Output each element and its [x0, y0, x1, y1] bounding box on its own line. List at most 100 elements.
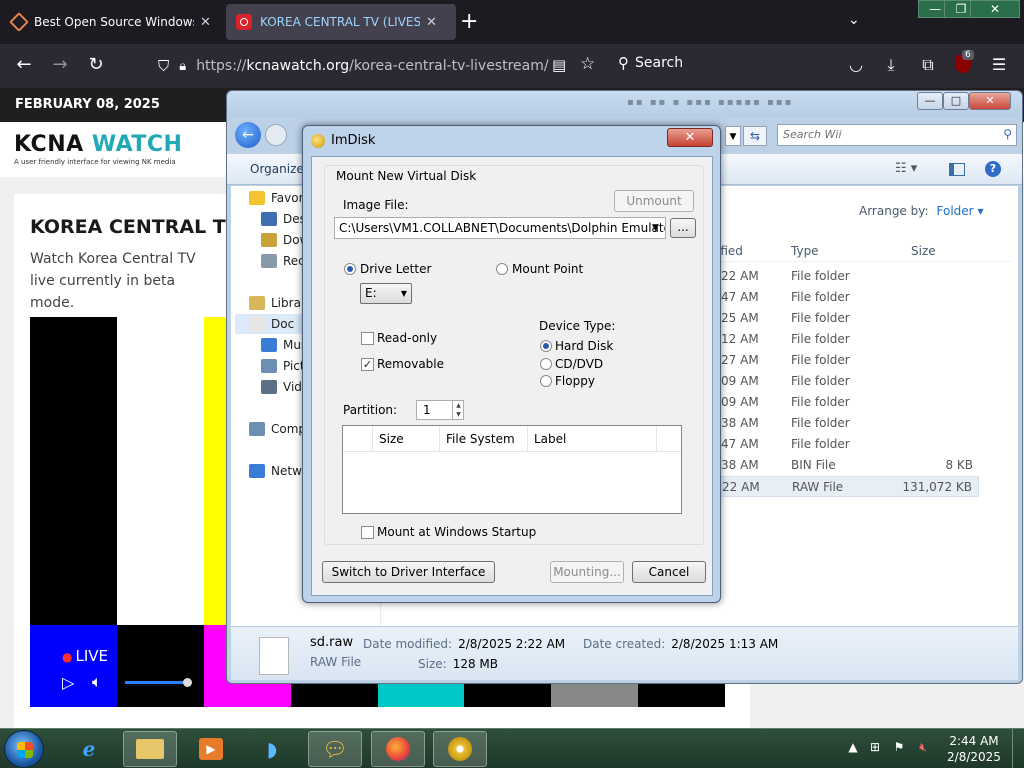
removable-checkbox[interactable]: ✓: [361, 358, 374, 371]
minimize-icon[interactable]: —: [917, 92, 943, 110]
mount-startup-checkbox[interactable]: [361, 526, 374, 539]
table-row[interactable]: :47 AM File folder: [717, 287, 979, 308]
dolphin-emulator-icon[interactable]: ◗: [245, 731, 299, 767]
show-hidden-icons-icon[interactable]: ▲: [844, 740, 862, 754]
table-row[interactable]: :12 AM File folder: [717, 329, 979, 350]
extensions-puzzle-icon[interactable]: ⧉: [917, 55, 939, 75]
hard-disk-label[interactable]: Hard Disk: [555, 339, 613, 353]
search-input[interactable]: Search Wii ⚲: [777, 124, 1017, 146]
browse-button[interactable]: ...: [670, 218, 696, 238]
hard-disk-radio[interactable]: [540, 340, 552, 352]
table-row[interactable]: :38 AM BIN File 8 KB: [717, 455, 979, 476]
volume-icon[interactable]: 🔈︎: [92, 672, 102, 692]
nav-item[interactable]: Favor: [249, 188, 304, 208]
tab-close-icon[interactable]: ✕: [200, 15, 211, 30]
unmount-button[interactable]: Unmount: [614, 190, 694, 212]
reader-view-icon[interactable]: ▤: [552, 56, 566, 74]
address-dropdown-icon[interactable]: ▼: [725, 126, 741, 146]
lock-icon[interactable]: 🔒︎: [179, 59, 186, 74]
new-tab-plus-icon[interactable]: +: [460, 9, 478, 35]
column-file-system[interactable]: File System: [440, 426, 528, 452]
maximize-icon[interactable]: □: [943, 92, 969, 110]
firefox-icon[interactable]: [371, 731, 425, 767]
table-row[interactable]: :22 AM File folder: [717, 266, 979, 287]
media-player-icon[interactable]: ▶: [184, 731, 238, 767]
mount-point-label[interactable]: Mount Point: [512, 262, 583, 276]
nav-item[interactable]: Libra: [249, 293, 301, 313]
floppy-label[interactable]: Floppy: [555, 374, 595, 388]
partition-list[interactable]: Size File System Label: [342, 425, 682, 514]
switch-driver-interface-button[interactable]: Switch to Driver Interface: [322, 561, 495, 583]
volume-slider[interactable]: [125, 681, 187, 684]
hamburger-menu-icon[interactable]: ☰: [988, 55, 1010, 74]
nav-item[interactable]: Mus: [261, 335, 307, 355]
removable-label[interactable]: Removable: [377, 357, 444, 371]
back-arrow-icon[interactable]: ←: [12, 54, 36, 76]
volume-slider-thumb[interactable]: [182, 678, 192, 687]
show-desktop-button[interactable]: [1012, 729, 1024, 768]
reload-icon[interactable]: ↻: [84, 54, 108, 76]
nav-item[interactable]: Comp: [249, 419, 306, 439]
drive-letter-select[interactable]: E: ▼: [360, 283, 412, 304]
nav-item[interactable]: Netw: [249, 461, 302, 481]
drive-letter-label[interactable]: Drive Letter: [360, 262, 431, 276]
forward-arrow-icon[interactable]: →: [48, 54, 72, 76]
close-icon[interactable]: ✕: [667, 128, 713, 147]
download-icon[interactable]: ⤓: [880, 55, 902, 75]
mount-point-radio[interactable]: [496, 263, 508, 275]
column-size[interactable]: Size: [373, 426, 440, 452]
table-row[interactable]: :25 AM File folder: [717, 308, 979, 329]
tab-best-open-source[interactable]: Best Open Source Windows Sys ✕: [2, 4, 222, 40]
column-type[interactable]: Type: [791, 244, 819, 258]
forward-arrow-icon[interactable]: [265, 124, 287, 146]
floppy-radio[interactable]: [540, 375, 552, 387]
cancel-button[interactable]: Cancel: [632, 561, 706, 583]
imdisk-taskbar-icon[interactable]: [433, 731, 487, 767]
back-arrow-icon[interactable]: ←: [235, 122, 261, 148]
nav-item[interactable]: Rec: [261, 251, 305, 271]
table-row[interactable]: :38 AM File folder: [717, 413, 979, 434]
organize-button[interactable]: Organize: [250, 162, 304, 176]
taskbar-clock[interactable]: 2:44 AM 2/8/2025: [944, 733, 1004, 765]
column-label[interactable]: Label: [528, 426, 657, 452]
volume-muted-icon[interactable]: 🔇︎: [914, 740, 932, 755]
change-view-icon[interactable]: ☷ ▾: [895, 161, 917, 176]
search-icon[interactable]: ⚲: [1003, 127, 1012, 141]
list-all-tabs-chevron-icon[interactable]: ⌄: [848, 12, 860, 28]
mounting-button[interactable]: Mounting...: [550, 561, 624, 583]
table-row[interactable]: :09 AM File folder: [717, 371, 979, 392]
tab-close-icon[interactable]: ✕: [426, 15, 437, 30]
mount-startup-label[interactable]: Mount at Windows Startup: [377, 525, 536, 539]
kcna-watch-logo[interactable]: KCNA WATCH: [14, 132, 182, 157]
start-button[interactable]: [4, 730, 44, 768]
cd-dvd-label[interactable]: CD/DVD: [555, 357, 603, 371]
pocket-icon[interactable]: ◡: [845, 55, 867, 74]
preview-pane-icon[interactable]: [949, 163, 965, 176]
arrange-by-dropdown[interactable]: Folder ▾: [937, 204, 984, 218]
table-row[interactable]: :47 AM File folder: [717, 434, 979, 455]
close-icon[interactable]: ✕: [969, 92, 1011, 110]
help-icon[interactable]: ?: [985, 161, 1001, 177]
refresh-icon[interactable]: ⇆: [743, 126, 767, 146]
chevron-down-icon[interactable]: ▼: [652, 223, 659, 233]
cd-dvd-radio[interactable]: [540, 358, 552, 370]
table-row[interactable]: :27 AM File folder: [717, 350, 979, 371]
drive-letter-radio[interactable]: [344, 263, 356, 275]
table-row[interactable]: :09 AM File folder: [717, 392, 979, 413]
action-center-flag-icon[interactable]: ⚑: [890, 740, 908, 754]
network-icon[interactable]: ⊞: [866, 740, 884, 754]
internet-explorer-icon[interactable]: ℯ: [62, 731, 116, 767]
search-button[interactable]: ⚲ Search: [618, 54, 683, 72]
bookmark-star-icon[interactable]: ☆: [580, 54, 595, 74]
table-row[interactable]: :22 AM RAW File 131,072 KB: [717, 476, 979, 497]
read-only-checkbox[interactable]: [361, 332, 374, 345]
read-only-label[interactable]: Read-only: [377, 331, 437, 345]
close-icon[interactable]: ✕: [970, 0, 1020, 18]
file-explorer-icon[interactable]: [123, 731, 177, 767]
play-icon[interactable]: ▷: [62, 673, 74, 692]
url-bar[interactable]: ⛉ 🔒︎ https://kcnawatch.org/korea-central…: [150, 50, 610, 82]
nav-item[interactable]: Pict: [261, 356, 305, 376]
chat-bubble-icon[interactable]: 💬︎: [308, 731, 362, 767]
partition-spinner[interactable]: ▲ ▼: [452, 401, 464, 419]
tracking-shield-icon[interactable]: ⛉: [158, 57, 169, 75]
